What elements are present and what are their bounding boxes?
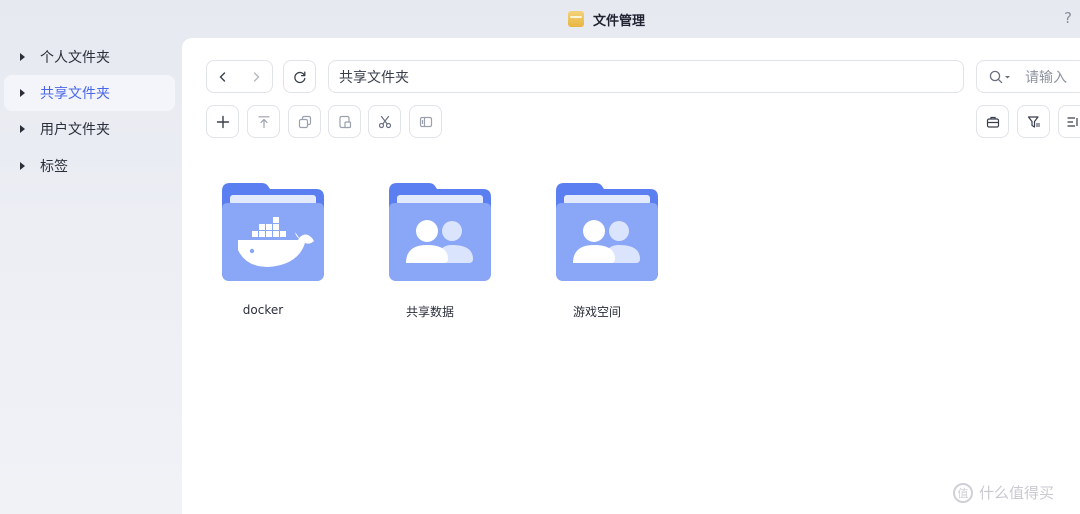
sidebar-item-label: 用户文件夹: [40, 122, 110, 138]
paste-button[interactable]: [328, 105, 361, 138]
forward-button[interactable]: [240, 61, 273, 92]
sidebar-item-user-folder[interactable]: 用户文件夹: [4, 111, 175, 147]
sidebar-item-label: 共享文件夹: [40, 86, 110, 102]
sidebar: 个人文件夹 共享文件夹 用户文件夹 标签: [0, 38, 182, 514]
path-input[interactable]: 共享文件夹: [328, 60, 964, 93]
folder-item-shared-data[interactable]: 共享数据: [365, 183, 495, 333]
new-button[interactable]: [206, 105, 239, 138]
docker-whale-icon: [222, 183, 324, 281]
briefcase-icon: [986, 116, 999, 128]
sidebar-item-personal-folder[interactable]: 个人文件夹: [4, 39, 175, 75]
watermark-logo-icon: 值: [953, 482, 973, 503]
rename-button[interactable]: [409, 105, 442, 138]
sidebar-item-label: 个人文件夹: [40, 50, 110, 66]
file-manager-app-icon: [568, 11, 584, 27]
filter-button[interactable]: [1017, 105, 1050, 138]
sidebar-item-tags[interactable]: 标签: [4, 148, 175, 184]
sidebar-item-shared-folder[interactable]: 共享文件夹: [4, 75, 175, 111]
caret-right-icon[interactable]: [20, 162, 25, 170]
plus-icon: [216, 115, 229, 128]
back-button[interactable]: [207, 61, 240, 92]
rename-icon: [419, 116, 432, 127]
help-icon[interactable]: ?: [1064, 9, 1072, 27]
watermark-text: 什么值得买: [979, 484, 1055, 502]
main-panel: 共享文件夹 请输入 docker 共享数据 游戏空间: [182, 38, 1080, 514]
search-placeholder: 请输入: [1025, 69, 1067, 86]
watermark: 值 什么值得买: [953, 482, 1054, 503]
scissors-icon: [378, 115, 391, 128]
cut-button[interactable]: [368, 105, 401, 138]
sidebar-item-label: 标签: [40, 159, 68, 175]
upload-icon: [257, 115, 270, 128]
chevron-right-icon: [253, 71, 260, 82]
copy-icon: [298, 115, 311, 128]
window-title: 文件管理: [593, 13, 646, 29]
refresh-button[interactable]: [283, 60, 316, 93]
paste-icon: [338, 115, 351, 128]
title-bar: 文件管理 ?: [0, 0, 1080, 38]
search-icon: [989, 70, 1010, 83]
caret-right-icon[interactable]: [20, 125, 25, 133]
caret-right-icon[interactable]: [20, 89, 25, 97]
view-mode-button[interactable]: [1058, 105, 1080, 138]
copy-button[interactable]: [288, 105, 321, 138]
users-icon: [556, 183, 658, 281]
folder-name: docker: [242, 303, 284, 317]
navigation-button-group: [206, 60, 273, 93]
chevron-left-icon: [219, 71, 226, 82]
list-view-icon: [1067, 116, 1078, 127]
upload-button[interactable]: [247, 105, 280, 138]
folder-item-game-space[interactable]: 游戏空间: [532, 183, 662, 333]
window-title-group: 文件管理: [568, 9, 645, 29]
folder-name: 游戏空间: [572, 305, 621, 319]
filter-icon: [1027, 115, 1040, 128]
folder-name: 共享数据: [405, 305, 454, 319]
caret-right-icon[interactable]: [20, 53, 25, 61]
refresh-icon: [293, 71, 305, 83]
toolbox-button[interactable]: [976, 105, 1009, 138]
folder-item-docker[interactable]: docker: [198, 183, 328, 333]
users-icon: [389, 183, 491, 281]
search-input[interactable]: 请输入: [976, 60, 1080, 93]
